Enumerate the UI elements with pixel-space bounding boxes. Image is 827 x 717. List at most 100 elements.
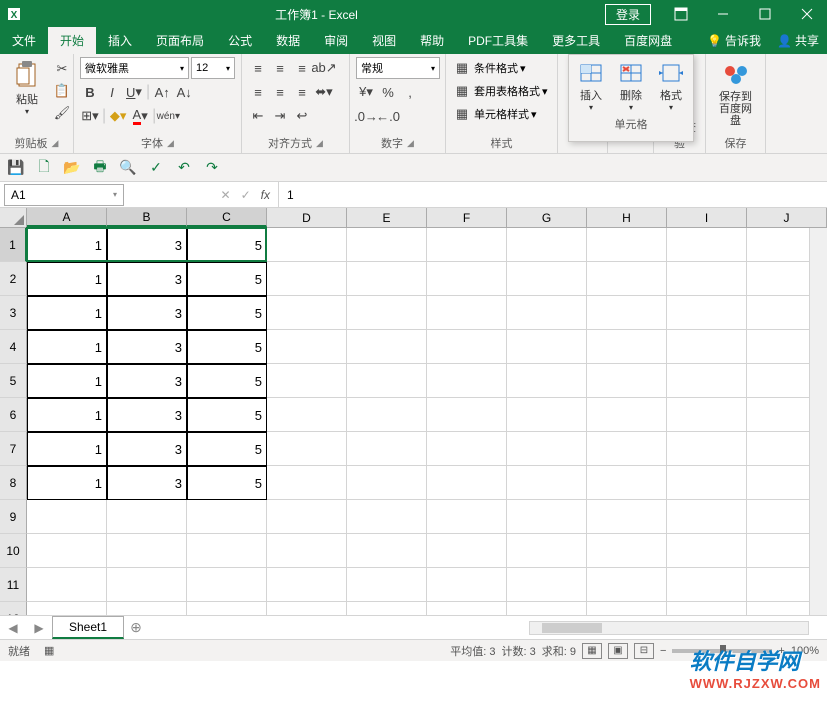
font-launcher[interactable]: ◢ <box>167 138 174 149</box>
align-top-button[interactable]: ≡ <box>248 58 268 78</box>
cell[interactable] <box>427 500 507 534</box>
cell[interactable] <box>667 602 747 615</box>
column-header[interactable]: I <box>667 208 747 227</box>
cut-button[interactable]: ✂ <box>52 59 72 79</box>
formula-input[interactable]: 1 <box>278 182 827 207</box>
row-header[interactable]: 7 <box>0 432 27 466</box>
cell[interactable] <box>587 534 667 568</box>
format-as-table-button[interactable]: ▦套用表格格式▾ <box>452 80 548 102</box>
column-header[interactable]: G <box>507 208 587 227</box>
cell[interactable] <box>587 602 667 615</box>
cell[interactable]: 5 <box>187 330 267 364</box>
tab-review[interactable]: 审阅 <box>312 27 360 54</box>
decrease-decimal-button[interactable]: ←.0 <box>378 106 398 126</box>
cell[interactable] <box>267 398 347 432</box>
cell[interactable] <box>27 568 107 602</box>
cell[interactable]: 3 <box>107 296 187 330</box>
cell[interactable]: 3 <box>107 228 187 262</box>
cell[interactable] <box>587 432 667 466</box>
font-name-combo[interactable]: 微软雅黑▾ <box>80 57 189 79</box>
cell[interactable] <box>267 432 347 466</box>
cell[interactable] <box>347 602 427 615</box>
cell[interactable] <box>587 500 667 534</box>
font-size-combo[interactable]: 12▾ <box>191 57 235 79</box>
cell[interactable] <box>587 296 667 330</box>
cell[interactable] <box>267 228 347 262</box>
indent-decrease-button[interactable]: ⇤ <box>248 106 268 126</box>
increase-decimal-button[interactable]: .0→ <box>356 106 376 126</box>
cell[interactable] <box>267 330 347 364</box>
tab-formula[interactable]: 公式 <box>216 27 264 54</box>
cell[interactable] <box>587 228 667 262</box>
row-header[interactable]: 6 <box>0 398 27 432</box>
column-header[interactable]: A <box>27 208 107 227</box>
column-header[interactable]: D <box>267 208 347 227</box>
cell[interactable] <box>267 364 347 398</box>
font-color-button[interactable]: A▾ <box>130 106 150 126</box>
column-header[interactable]: C <box>187 208 267 227</box>
cell[interactable] <box>427 330 507 364</box>
column-header[interactable]: H <box>587 208 667 227</box>
insert-cells-button[interactable]: 插入▾ <box>575 59 607 112</box>
tab-view[interactable]: 视图 <box>360 27 408 54</box>
cell[interactable] <box>587 330 667 364</box>
row-header[interactable]: 11 <box>0 568 27 602</box>
cell[interactable]: 5 <box>187 364 267 398</box>
merge-button[interactable]: ⬌▾ <box>314 82 334 102</box>
column-header[interactable]: J <box>747 208 827 227</box>
tab-file[interactable]: 文件 <box>0 27 48 54</box>
cell[interactable] <box>347 364 427 398</box>
tellme-button[interactable]: 💡 告诉我 <box>699 27 769 54</box>
align-middle-button[interactable]: ≡ <box>270 58 290 78</box>
cell[interactable] <box>27 500 107 534</box>
cell[interactable] <box>507 602 587 615</box>
cell[interactable] <box>347 296 427 330</box>
cell[interactable] <box>107 534 187 568</box>
cell[interactable]: 5 <box>187 466 267 500</box>
cell[interactable] <box>667 364 747 398</box>
tab-home[interactable]: 开始 <box>48 27 96 54</box>
cell-styles-button[interactable]: ▦单元格样式▾ <box>452 103 537 125</box>
maximize-button[interactable] <box>745 0 785 28</box>
cell[interactable]: 1 <box>27 364 107 398</box>
vertical-scrollbar[interactable] <box>809 228 827 615</box>
cell[interactable] <box>667 330 747 364</box>
qat-save-button[interactable]: 💾 <box>6 158 26 178</box>
cell[interactable] <box>667 534 747 568</box>
cell[interactable] <box>347 568 427 602</box>
cell[interactable] <box>587 398 667 432</box>
cell[interactable] <box>507 228 587 262</box>
cell[interactable] <box>427 296 507 330</box>
cell[interactable]: 5 <box>187 296 267 330</box>
delete-cells-button[interactable]: 删除▾ <box>615 59 647 112</box>
tab-pdf[interactable]: PDF工具集 <box>456 27 540 54</box>
align-launcher[interactable]: ◢ <box>316 138 323 149</box>
cell[interactable] <box>667 568 747 602</box>
conditional-format-button[interactable]: ▦条件格式▾ <box>452 57 526 79</box>
zoom-out-button[interactable]: − <box>660 645 666 657</box>
grow-font-button[interactable]: A↑ <box>152 82 172 102</box>
cell[interactable] <box>187 500 267 534</box>
cell[interactable] <box>667 228 747 262</box>
cell[interactable] <box>507 500 587 534</box>
close-button[interactable] <box>787 0 827 28</box>
zoom-slider[interactable] <box>672 649 772 653</box>
cell[interactable] <box>187 534 267 568</box>
cell[interactable]: 5 <box>187 262 267 296</box>
cell[interactable]: 1 <box>27 330 107 364</box>
cell[interactable] <box>587 364 667 398</box>
cell[interactable] <box>267 500 347 534</box>
cell[interactable] <box>427 364 507 398</box>
column-header[interactable]: E <box>347 208 427 227</box>
bold-button[interactable]: B <box>80 82 100 102</box>
cell[interactable] <box>667 432 747 466</box>
cell[interactable] <box>27 534 107 568</box>
row-header[interactable]: 5 <box>0 364 27 398</box>
cell[interactable] <box>507 364 587 398</box>
cell[interactable] <box>267 602 347 615</box>
cell[interactable]: 5 <box>187 228 267 262</box>
cell[interactable]: 3 <box>107 432 187 466</box>
number-format-combo[interactable]: 常规▾ <box>356 57 440 79</box>
cell[interactable]: 5 <box>187 432 267 466</box>
tab-help[interactable]: 帮助 <box>408 27 456 54</box>
